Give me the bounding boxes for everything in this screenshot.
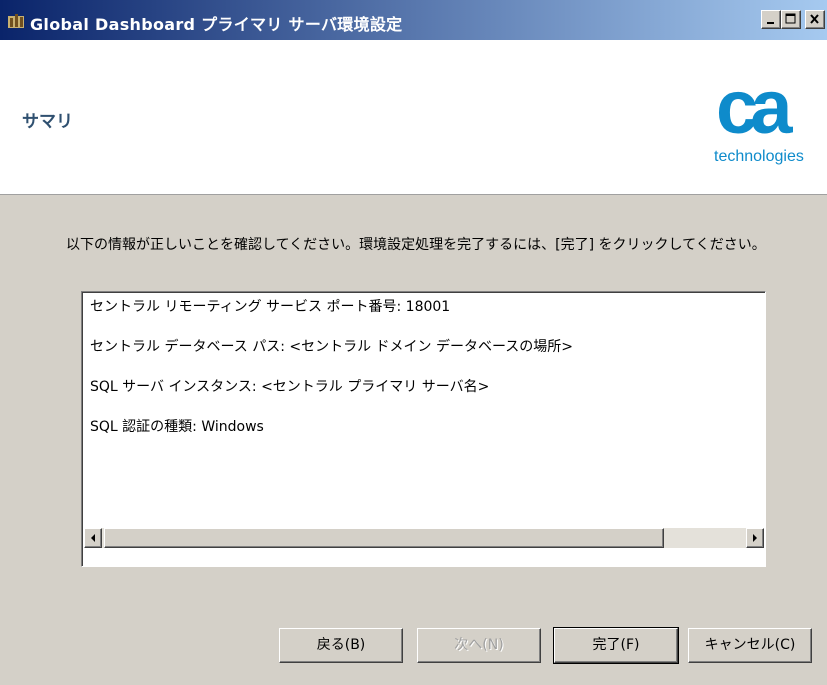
instruction-text: 以下の情報が正しいことを確認してください。環境設定処理を完了するには、[完了] … [66,237,766,253]
app-icon[interactable] [8,12,24,28]
cancel-button[interactable]: キャンセル(C) [688,628,812,663]
summary-line-db-path: セントラル データベース パス: <セントラル ドメイン データベースの場所> [90,339,574,355]
window-title: Global Dashboard プライマリ サーバ環境設定 [30,15,403,34]
summary-line-sql-instance: SQL サーバ インスタンス: <セントラル プライマリ サーバ名> [90,379,490,395]
scroll-thumb[interactable] [104,528,664,548]
horizontal-scrollbar[interactable] [84,528,764,548]
wizard-header: サマリ ca technologies [0,40,827,195]
page-title: サマリ [22,112,73,132]
back-button[interactable]: 戻る(B) [279,628,403,663]
scroll-left-icon[interactable] [84,528,102,548]
ca-technologies-logo: ca technologies [712,68,827,184]
logo-letters: ca [716,65,792,150]
minimize-icon[interactable] [761,10,781,29]
maximize-icon[interactable] [781,10,801,29]
logo-tagline: technologies [714,148,804,165]
summary-line-port: セントラル リモーティング サービス ポート番号: 18001 [90,299,451,315]
scroll-right-icon[interactable] [746,528,764,548]
next-button[interactable]: 次へ(N) [417,628,541,663]
finish-button[interactable]: 完了(F) [553,627,679,664]
title-bar[interactable]: Global Dashboard プライマリ サーバ環境設定 [0,0,827,40]
close-icon[interactable] [805,10,825,29]
summary-line-auth-type: SQL 認証の種類: Windows [90,419,264,435]
summary-list[interactable]: セントラル リモーティング サービス ポート番号: 18001 セントラル デー… [81,291,766,567]
